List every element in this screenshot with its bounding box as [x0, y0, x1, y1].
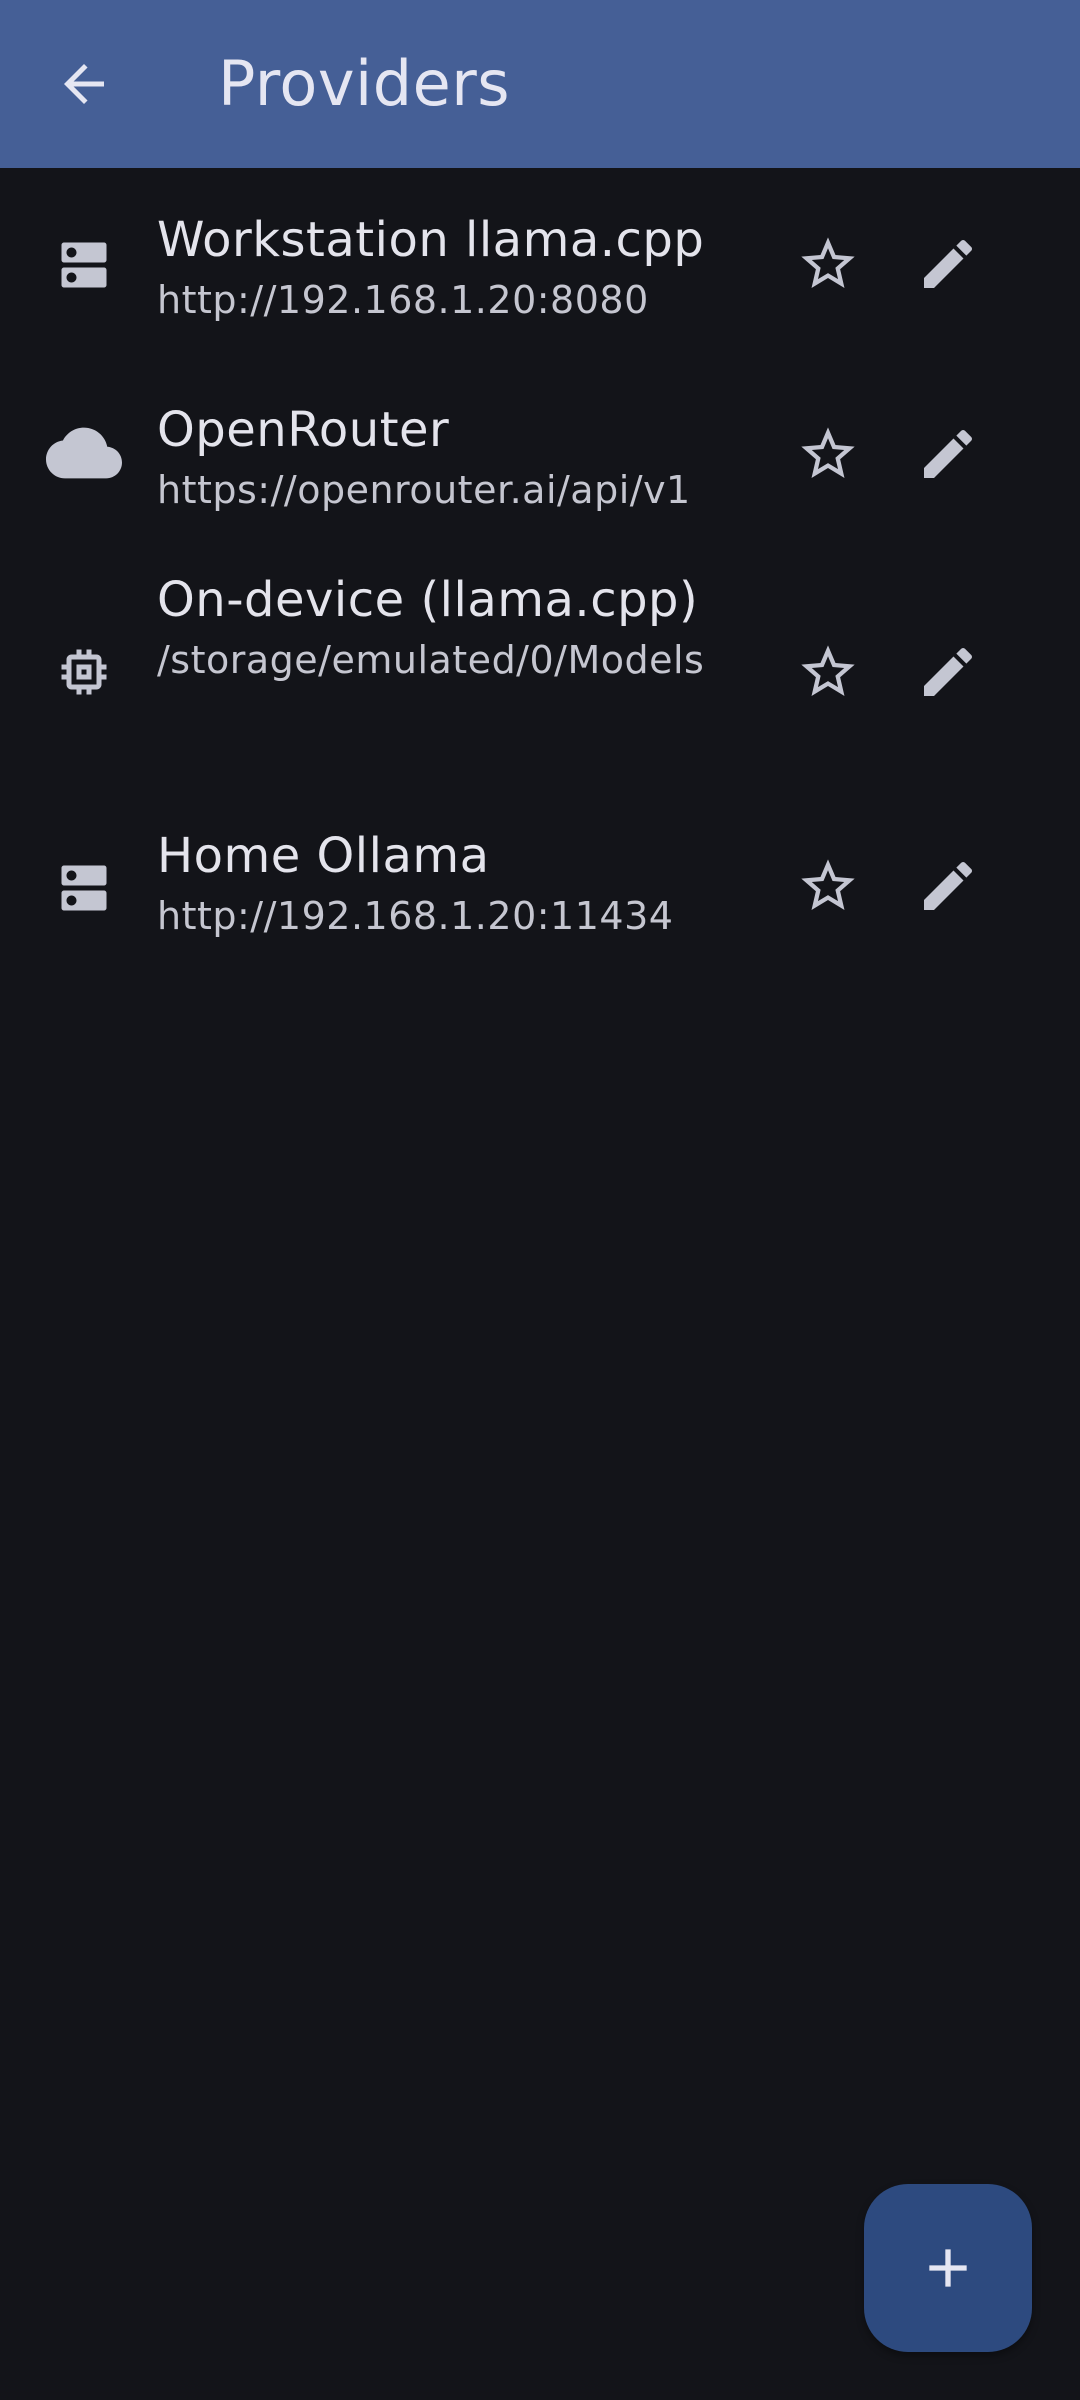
- chip-icon: [44, 632, 124, 712]
- edit-pencil-icon: [924, 647, 973, 696]
- provider-name: OpenRouter: [157, 402, 450, 458]
- favorite-button[interactable]: [780, 838, 876, 934]
- add-icon: [929, 2249, 967, 2287]
- provider-name: Workstation llama.cpp: [157, 212, 705, 268]
- favorite-button[interactable]: [780, 216, 876, 312]
- provider-address: http://192.168.1.20:8080: [157, 278, 649, 322]
- favorite-button[interactable]: [780, 624, 876, 720]
- provider-row[interactable]: OpenRouter https://openrouter.ai/api/v1: [0, 358, 1080, 548]
- edit-pencil-icon: [924, 861, 973, 910]
- star-outline-icon: [801, 427, 855, 478]
- provider-address: /storage/emulated/0/Models: [157, 638, 705, 682]
- edit-pencil-icon: [924, 239, 973, 288]
- edit-button[interactable]: [900, 406, 996, 502]
- provider-name: On-device (llama.cpp): [157, 572, 699, 628]
- star-outline-icon: [801, 859, 855, 910]
- provider-list: Workstation llama.cpp http://192.168.1.2…: [0, 168, 1080, 988]
- server-icon: [44, 848, 124, 928]
- provider-row[interactable]: Home Ollama http://192.168.1.20:11434: [0, 798, 1080, 988]
- cloud-icon: [44, 413, 124, 493]
- edit-button[interactable]: [900, 624, 996, 720]
- edit-button[interactable]: [900, 838, 996, 934]
- star-outline-icon: [801, 237, 855, 288]
- provider-address: http://192.168.1.20:11434: [157, 894, 674, 938]
- provider-name: Home Ollama: [157, 828, 490, 884]
- provider-address: https://openrouter.ai/api/v1: [157, 468, 691, 512]
- star-outline-icon: [801, 645, 855, 696]
- page-title: Providers: [218, 47, 511, 120]
- add-provider-button[interactable]: [864, 2184, 1032, 2352]
- arrow-back-icon: [64, 64, 104, 104]
- back-button[interactable]: [36, 42, 132, 126]
- provider-row[interactable]: On-device (llama.cpp) /storage/emulated/…: [0, 548, 1080, 798]
- app-bar: Providers: [0, 0, 1080, 168]
- provider-row[interactable]: Workstation llama.cpp http://192.168.1.2…: [0, 168, 1080, 358]
- edit-button[interactable]: [900, 216, 996, 312]
- server-icon: [44, 225, 124, 305]
- edit-pencil-icon: [924, 429, 973, 478]
- favorite-button[interactable]: [780, 406, 876, 502]
